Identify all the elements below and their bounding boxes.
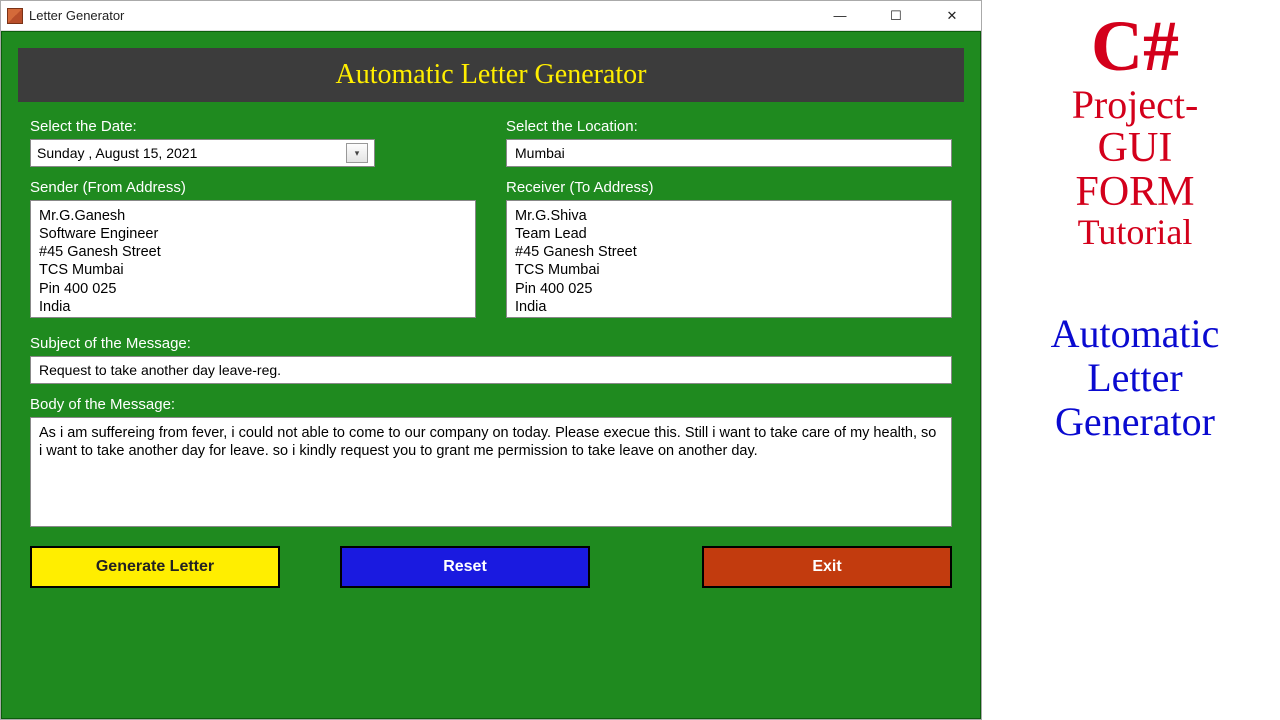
button-row: Generate Letter Reset Exit: [2, 532, 980, 588]
receiver-group: Receiver (To Address): [506, 175, 952, 323]
sender-label: Sender (From Address): [30, 179, 476, 196]
promo-line-gui: GUI: [1000, 126, 1270, 170]
generate-button[interactable]: Generate Letter: [30, 546, 280, 588]
form-body: Automatic Letter Generator Select the Da…: [1, 31, 981, 719]
receiver-label: Receiver (To Address): [506, 179, 952, 196]
calendar-icon[interactable]: ▾: [346, 143, 368, 163]
promo-sidebar: C# Project- GUI FORM Tutorial Automatic …: [1000, 10, 1270, 444]
titlebar: Letter Generator — ☐ ✕: [1, 1, 981, 31]
header-bar: Automatic Letter Generator: [18, 48, 964, 102]
location-group: Select the Location:: [506, 114, 952, 167]
promo-blue-1: Automatic: [1000, 312, 1270, 356]
body-textarea[interactable]: [30, 417, 952, 527]
date-value: Sunday , August 15, 2021: [37, 145, 346, 161]
body-group: Body of the Message:: [30, 392, 952, 532]
promo-line-csharp: C#: [1000, 10, 1270, 82]
subject-input[interactable]: [30, 356, 952, 384]
minimize-button[interactable]: —: [821, 4, 859, 28]
subject-group: Subject of the Message:: [30, 331, 952, 384]
maximize-button[interactable]: ☐: [877, 4, 915, 28]
subject-label: Subject of the Message:: [30, 335, 952, 352]
form-grid: Select the Date: Sunday , August 15, 202…: [2, 114, 980, 532]
promo-blue-2: Letter: [1000, 356, 1270, 400]
window-title: Letter Generator: [29, 8, 821, 23]
receiver-textarea[interactable]: [506, 200, 952, 318]
date-group: Select the Date: Sunday , August 15, 202…: [30, 114, 476, 167]
location-input[interactable]: [506, 139, 952, 167]
body-label: Body of the Message:: [30, 396, 952, 413]
promo-line-tutorial: Tutorial: [1000, 214, 1270, 252]
promo-line-form: FORM: [1000, 170, 1270, 214]
app-icon: [7, 8, 23, 24]
page-title: Automatic Letter Generator: [336, 59, 647, 91]
date-label: Select the Date:: [30, 118, 476, 135]
exit-button[interactable]: Exit: [702, 546, 952, 588]
date-picker[interactable]: Sunday , August 15, 2021 ▾: [30, 139, 375, 167]
location-label: Select the Location:: [506, 118, 952, 135]
sender-textarea[interactable]: [30, 200, 476, 318]
promo-line-project: Project-: [1000, 84, 1270, 126]
sender-group: Sender (From Address): [30, 175, 476, 323]
close-button[interactable]: ✕: [933, 4, 971, 28]
app-window: Letter Generator — ☐ ✕ Automatic Letter …: [0, 0, 982, 720]
reset-button[interactable]: Reset: [340, 546, 590, 588]
window-controls: — ☐ ✕: [821, 4, 975, 28]
promo-blue-3: Generator: [1000, 400, 1270, 444]
